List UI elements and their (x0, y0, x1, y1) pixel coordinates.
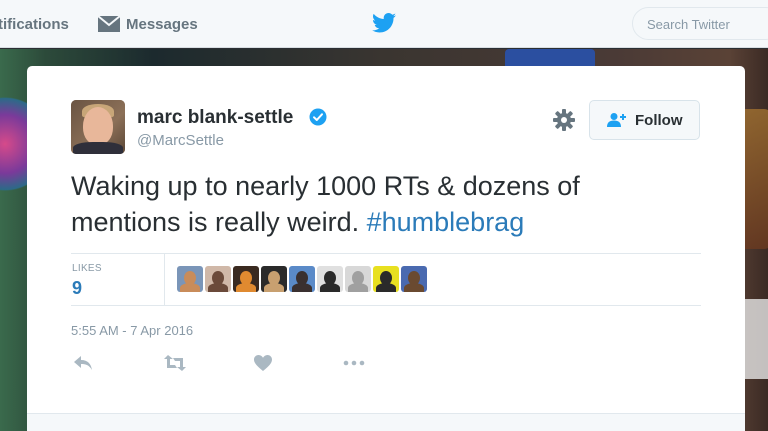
tweet-card-footer (27, 413, 745, 431)
liker-avatar[interactable] (177, 266, 203, 292)
likes-count[interactable]: 9 (72, 278, 82, 299)
liker-avatar[interactable] (401, 266, 427, 292)
avatar[interactable] (71, 100, 125, 154)
liker-avatar[interactable] (345, 266, 371, 292)
liker-avatar[interactable] (317, 266, 343, 292)
liker-avatar[interactable] (289, 266, 315, 292)
stats-divider (164, 254, 165, 306)
tweet-stats: LIKES 9 (71, 253, 701, 306)
backdrop-shape (744, 299, 768, 379)
retweet-icon[interactable] (163, 354, 187, 372)
hashtag-link[interactable]: #humblebrag (367, 207, 525, 237)
heart-icon[interactable] (253, 354, 273, 372)
more-options-icon[interactable] (343, 354, 365, 372)
envelope-icon (97, 15, 121, 32)
add-user-icon (607, 113, 626, 127)
liker-avatar[interactable] (373, 266, 399, 292)
nav-notifications[interactable]: tifications (0, 0, 69, 48)
tweet-text: Waking up to nearly 1000 RTs & dozens of… (71, 168, 691, 240)
twitter-bird-icon[interactable] (372, 13, 396, 33)
search-input[interactable]: Search Twitter (632, 7, 768, 40)
follow-button-label: Follow (635, 111, 683, 129)
gear-icon[interactable] (553, 109, 575, 131)
liker-avatar[interactable] (261, 266, 287, 292)
author-handle[interactable]: @MarcSettle (137, 132, 224, 149)
likes-label[interactable]: LIKES (72, 263, 102, 274)
nav-messages-label: Messages (126, 15, 198, 33)
verified-badge-icon (309, 108, 327, 126)
likers-avatar-row (177, 266, 427, 294)
liker-avatar[interactable] (233, 266, 259, 292)
nav-notifications-label: tifications (0, 15, 69, 33)
author-display-name[interactable]: marc blank-settle (137, 107, 293, 129)
top-navigation-bar: tifications Messages Search Twitter (0, 0, 768, 48)
reply-icon[interactable] (73, 354, 93, 372)
tweet-timestamp[interactable]: 5:55 AM - 7 Apr 2016 (71, 323, 193, 338)
nav-messages[interactable]: Messages (97, 0, 198, 48)
liker-avatar[interactable] (205, 266, 231, 292)
follow-button[interactable]: Follow (589, 100, 700, 140)
tweet-card: marc blank-settle @MarcSettle Follow Wak… (27, 66, 745, 431)
